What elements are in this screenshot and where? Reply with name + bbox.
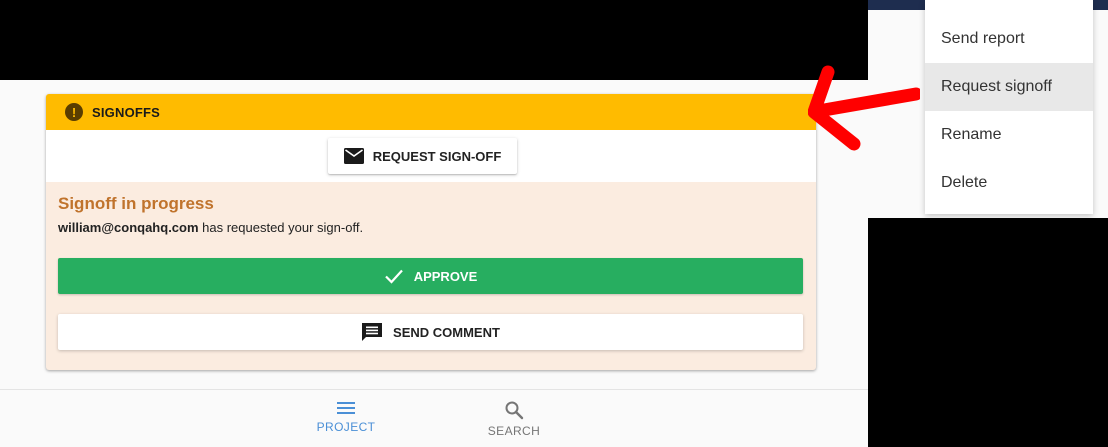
send-comment-button[interactable]: SEND COMMENT xyxy=(58,314,803,350)
hamburger-menu-icon xyxy=(337,402,355,414)
card-title: SIGNOFFS xyxy=(92,104,161,120)
context-menu: Send report Request signoff Rename Delet… xyxy=(925,0,1093,214)
nav-project-label: PROJECT xyxy=(316,420,376,434)
approve-button[interactable]: APPROVE xyxy=(58,258,803,294)
menu-item-request-signoff[interactable]: Request signoff xyxy=(925,63,1093,111)
requester-email: william@conqahq.com xyxy=(58,220,199,235)
menu-item-rename[interactable]: Rename xyxy=(925,111,1093,159)
request-row: REQUEST SIGN-OFF xyxy=(46,130,816,182)
search-icon xyxy=(505,401,524,420)
nav-search-label: SEARCH xyxy=(487,424,541,438)
request-sign-off-button[interactable]: REQUEST SIGN-OFF xyxy=(328,138,517,174)
menu-item-send-report[interactable]: Send report xyxy=(925,15,1093,63)
check-icon xyxy=(384,269,403,284)
request-sign-off-label: REQUEST SIGN-OFF xyxy=(372,148,502,164)
approve-label: APPROVE xyxy=(413,268,478,284)
annotation-arrow xyxy=(808,65,920,151)
signoffs-card: ! SIGNOFFS REQUEST SIGN-OFF Signoff in p… xyxy=(46,94,816,370)
comment-icon xyxy=(362,323,383,341)
nav-project[interactable]: PROJECT xyxy=(306,400,386,434)
send-comment-label: SEND COMMENT xyxy=(393,324,500,340)
status-message: has requested your sign-off. xyxy=(198,220,364,235)
bottom-navigation: PROJECT SEARCH xyxy=(0,389,868,447)
warning-icon: ! xyxy=(65,103,83,121)
menu-item-delete[interactable]: Delete xyxy=(925,159,1093,207)
status-description: william@conqahq.com has requested your s… xyxy=(58,220,363,235)
nav-search[interactable]: SEARCH xyxy=(474,400,554,438)
mail-icon xyxy=(343,148,364,164)
card-header: ! SIGNOFFS xyxy=(46,94,816,130)
status-title: Signoff in progress xyxy=(58,194,214,213)
